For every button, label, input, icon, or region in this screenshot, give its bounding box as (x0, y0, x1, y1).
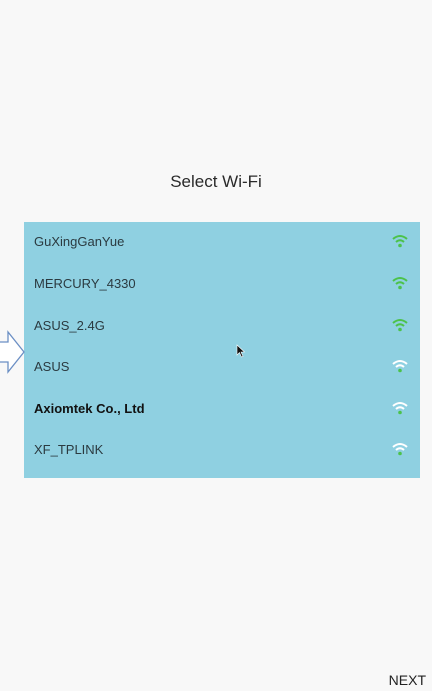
wifi-item-xf-tplink[interactable]: XF_TPLINK (24, 430, 420, 470)
wifi-setup-screen: Select Wi-Fi GuXingGanYue MERCURY_4330 A… (0, 0, 432, 691)
mouse-cursor-icon (236, 344, 246, 358)
wifi-network-list: GuXingGanYue MERCURY_4330 ASUS_2.4G ASUS… (24, 222, 420, 478)
wifi-ssid-label: ASUS (34, 359, 70, 374)
wifi-ssid-label: XF_TPLINK (34, 442, 104, 457)
page-title: Select Wi-Fi (170, 172, 262, 191)
wifi-ssid-label: ASUS_2.4G (34, 318, 105, 333)
wifi-item-axiomtek[interactable]: Axiomtek Co., Ltd (24, 389, 420, 429)
wifi-ssid-label: GuXingGanYue (34, 234, 125, 249)
wifi-item-asus[interactable]: ASUS (24, 347, 420, 387)
wifi-item-guxingganyue[interactable]: GuXingGanYue (24, 222, 420, 262)
wifi-item-asus-2-4g[interactable]: ASUS_2.4G (24, 306, 420, 346)
wifi-weak-icon (392, 360, 408, 373)
wifi-ssid-label: MERCURY_4330 (34, 276, 136, 291)
next-button[interactable]: NEXT (389, 672, 426, 688)
wifi-item-mercury-4330[interactable]: MERCURY_4330 (24, 264, 420, 304)
wifi-strong-icon (392, 319, 408, 332)
pointer-arrow-icon (0, 330, 25, 374)
wifi-weak-icon (392, 443, 408, 456)
wifi-ssid-label: Axiomtek Co., Ltd (34, 401, 145, 416)
wifi-strong-icon (392, 235, 408, 248)
wifi-strong-icon (392, 277, 408, 290)
wifi-weak-icon (392, 402, 408, 415)
